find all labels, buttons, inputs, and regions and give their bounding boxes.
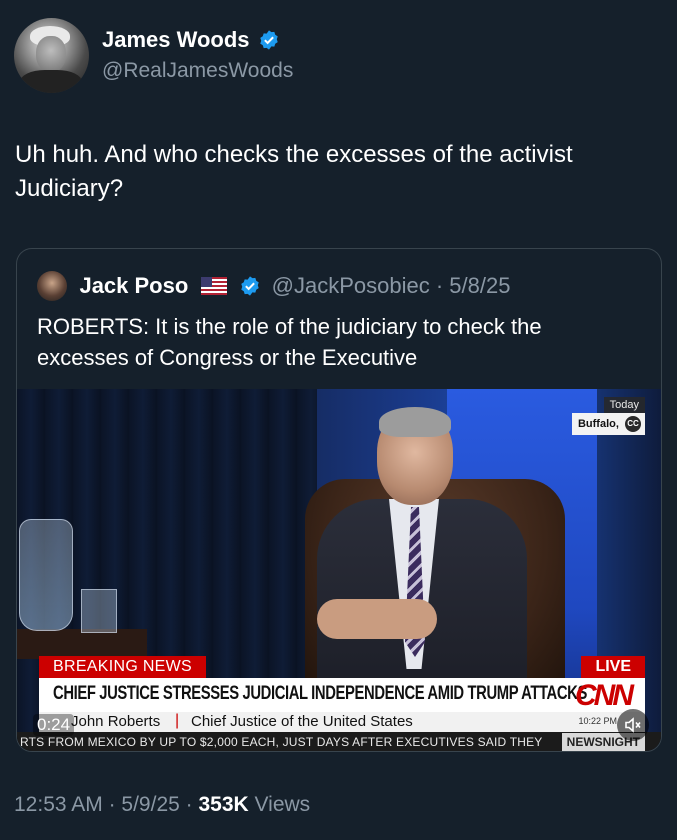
- quoted-author-name[interactable]: Jack Poso: [79, 273, 188, 299]
- water-pitcher: [19, 519, 73, 631]
- chyron-name: John Roberts: [71, 713, 161, 730]
- quoted-verified-badge-icon: [241, 276, 259, 296]
- quoted-tweet[interactable]: Jack Poso @JackPosobiec · 5/8/25 ROBERTS…: [16, 248, 662, 752]
- tweet-meta: 12:53 AM · 5/9/25 · 353K Views: [14, 793, 310, 817]
- author-handle[interactable]: @RealJamesWoods: [102, 59, 293, 83]
- avatar-suit: [20, 70, 82, 93]
- us-flag-icon: [200, 277, 227, 295]
- tweet-date[interactable]: 5/9/25: [121, 793, 179, 816]
- avatar-face: [36, 36, 66, 72]
- tweet-text: Uh huh. And who checks the excesses of t…: [15, 141, 573, 202]
- video-table: [17, 629, 147, 659]
- broadcast-location-text: Buffalo,: [577, 417, 619, 430]
- water-glass: [81, 589, 117, 633]
- views-label: Views: [254, 793, 311, 816]
- video-player[interactable]: Today Buffalo, CC BREAKING NEWS LIVE CHI…: [17, 389, 661, 751]
- meta-separator: ·: [185, 793, 193, 816]
- speaker-hair: [379, 407, 451, 437]
- meta-separator: ·: [108, 793, 116, 816]
- live-label: LIVE: [581, 656, 645, 678]
- quoted-handle-date[interactable]: @JackPosobiec · 5/8/25: [272, 273, 511, 299]
- news-ticker: RTS FROM MEXICO BY UP TO $2,000 EACH, JU…: [17, 732, 661, 751]
- tweet-time[interactable]: 12:53 AM: [14, 793, 103, 816]
- closed-captions-icon[interactable]: CC: [625, 416, 641, 432]
- breaking-news-label: BREAKING NEWS: [39, 656, 207, 678]
- views-count[interactable]: 353K: [199, 793, 249, 816]
- broadcast-corner-label: Today: [603, 397, 645, 413]
- news-ticker-text: RTS FROM MEXICO BY UP TO $2,000 EACH, JU…: [20, 735, 543, 749]
- broadcast-location: Buffalo, CC: [571, 413, 645, 435]
- speaker-muted-icon: [625, 717, 641, 733]
- cnn-logo: CNN: [575, 679, 634, 712]
- mute-button[interactable]: [617, 709, 649, 741]
- quoted-tweet-text: ROBERTS: It is the role of the judiciary…: [37, 314, 542, 370]
- chyron-clock: 10:22 PM: [578, 716, 617, 726]
- quoted-author-avatar[interactable]: [37, 271, 67, 301]
- chyron-headline: CHIEF JUSTICE STRESSES JUDICIAL INDEPEND…: [53, 683, 587, 704]
- author-display-name[interactable]: James Woods: [102, 27, 250, 53]
- author-name-block: James Woods @RealJamesWoods: [102, 27, 293, 83]
- chyron-title: Chief Justice of the United States: [191, 713, 413, 730]
- tweet-header: James Woods @RealJamesWoods: [14, 18, 654, 98]
- speaker-hands: [317, 599, 437, 639]
- video-elapsed-time: 0:24: [33, 714, 75, 736]
- chyron-separator: |: [175, 712, 180, 729]
- quoted-tweet-header: Jack Poso @JackPosobiec · 5/8/25: [37, 271, 510, 301]
- author-avatar[interactable]: [14, 18, 89, 93]
- chyron-subtitle-bar: John Roberts | Chief Justice of the Unit…: [39, 712, 645, 732]
- verified-badge-icon: [260, 30, 278, 50]
- chyron-headline-bar: CHIEF JUSTICE STRESSES JUDICIAL INDEPEND…: [39, 678, 645, 712]
